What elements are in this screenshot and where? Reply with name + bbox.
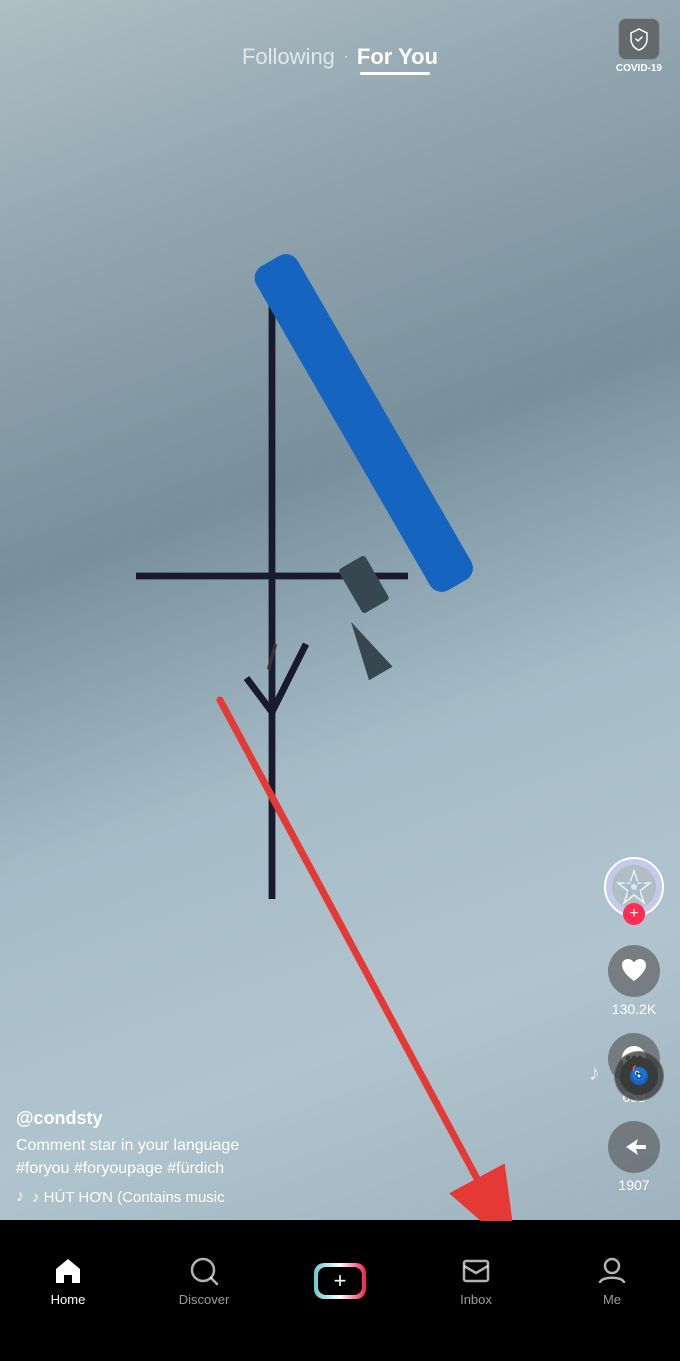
- for-you-tab[interactable]: For You: [357, 44, 438, 70]
- inbox-icon: [461, 1256, 491, 1286]
- nav-inbox[interactable]: Inbox: [408, 1256, 544, 1307]
- music-note: ♪: [16, 1188, 24, 1206]
- music-disc-icon: [620, 1057, 658, 1095]
- nav-me[interactable]: Me: [544, 1256, 680, 1307]
- music-note-icon: ♪: [589, 1060, 600, 1086]
- heart-icon: [618, 955, 650, 987]
- bottom-navigation: Home Discover + Inbox Me: [0, 1221, 680, 1361]
- music-disc[interactable]: [614, 1051, 664, 1101]
- music-title: ♪ HÚT HƠN (Contains music: [32, 1189, 225, 1206]
- share-icon-container: [608, 1121, 660, 1173]
- inbox-label: Inbox: [460, 1292, 492, 1307]
- following-tab[interactable]: Following: [242, 44, 335, 70]
- shares-count: 1907: [618, 1177, 649, 1193]
- video-info: @condsty Comment star in your language #…: [16, 1108, 590, 1206]
- like-action[interactable]: 130.2K: [608, 945, 660, 1017]
- active-tab-underline: [360, 72, 430, 75]
- top-navigation: Following · For You: [0, 0, 680, 83]
- music-info-row[interactable]: ♪ ♪ HÚT HƠN (Contains music: [16, 1188, 590, 1206]
- video-background: [0, 0, 680, 1220]
- right-actions-panel: + 130.2K 638 1907: [604, 857, 664, 1201]
- covid-label: COVID-19: [616, 63, 662, 74]
- creator-avatar[interactable]: +: [604, 857, 664, 925]
- home-icon: [53, 1256, 83, 1286]
- covid-shield-icon: [618, 18, 660, 60]
- plus-inner: +: [318, 1267, 362, 1295]
- plus-symbol: +: [334, 1268, 347, 1294]
- follow-button[interactable]: +: [623, 903, 645, 925]
- covid-badge[interactable]: COVID-19: [616, 18, 662, 74]
- share-action[interactable]: 1907: [608, 1121, 660, 1193]
- nav-divider: ·: [343, 46, 349, 67]
- nav-create[interactable]: +: [272, 1263, 408, 1299]
- me-icon: [597, 1256, 627, 1286]
- home-label: Home: [51, 1292, 86, 1307]
- discover-icon: [189, 1256, 219, 1286]
- likes-count: 130.2K: [612, 1001, 656, 1017]
- drawing-svg: [0, 0, 680, 1220]
- nav-home[interactable]: Home: [0, 1256, 136, 1307]
- create-button[interactable]: +: [314, 1263, 366, 1299]
- like-icon-container: [608, 945, 660, 997]
- video-description: Comment star in your language #foryou #f…: [16, 1135, 590, 1180]
- nav-discover[interactable]: Discover: [136, 1256, 272, 1307]
- me-label: Me: [603, 1292, 621, 1307]
- creator-username[interactable]: @condsty: [16, 1108, 590, 1129]
- description-text: Comment star in your language #foryou #f…: [16, 1137, 239, 1176]
- discover-label: Discover: [179, 1292, 230, 1307]
- share-icon: [618, 1131, 650, 1163]
